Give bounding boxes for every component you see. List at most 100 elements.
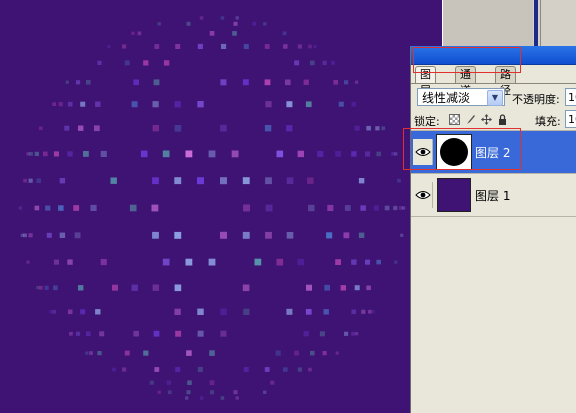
sphere-pixel xyxy=(78,285,84,291)
sphere-pixel xyxy=(344,205,351,211)
sphere-pixel xyxy=(186,21,191,26)
visibility-toggle[interactable] xyxy=(413,182,433,208)
sphere-pixel xyxy=(285,79,291,86)
sphere-pixel xyxy=(174,101,181,108)
sphere-pixel xyxy=(276,258,284,266)
sphere-pixel xyxy=(185,396,189,400)
sphere-pixel xyxy=(89,351,93,355)
sphere-pixel xyxy=(174,308,181,315)
background-window-edge xyxy=(442,0,576,48)
sphere-pixel xyxy=(354,285,360,291)
sphere-pixel xyxy=(233,390,238,395)
sphere-pixel xyxy=(78,125,84,131)
sphere-pixel xyxy=(124,350,130,356)
document-canvas[interactable] xyxy=(0,0,410,413)
sphere-pixel xyxy=(358,232,365,238)
lock-image-pixels-icon[interactable] xyxy=(465,114,476,125)
blend-mode-select[interactable]: 线性减淡 ▼ xyxy=(417,88,505,106)
sphere-pixel xyxy=(99,331,105,337)
sphere-pixel xyxy=(52,102,56,106)
sphere-pixel xyxy=(340,285,346,291)
sphere-pixel xyxy=(252,21,257,26)
sphere-pixel xyxy=(317,150,324,157)
sphere-pixel xyxy=(286,177,294,184)
sphere-pixel xyxy=(100,259,107,266)
sphere-pixel xyxy=(85,351,89,355)
opacity-input[interactable]: 10 xyxy=(565,88,576,106)
sphere-pixel xyxy=(75,80,81,85)
sphere-pixel xyxy=(152,177,159,185)
sphere-pixel xyxy=(43,151,48,157)
sphere-pixel xyxy=(393,205,398,211)
sphere-pixel xyxy=(208,258,216,266)
sphere-pixel xyxy=(143,350,149,356)
sphere-pixel xyxy=(264,79,271,86)
sphere-pixel xyxy=(243,308,250,315)
sphere-pixel xyxy=(197,43,203,49)
sphere-pixel xyxy=(308,44,312,49)
sphere-pixel xyxy=(351,259,357,265)
sphere-pixel xyxy=(53,285,58,291)
layer-row-1[interactable]: 图层 1 xyxy=(411,174,576,217)
layer-thumbnail xyxy=(437,178,471,212)
sphere-pixel xyxy=(307,177,314,184)
sphere-pixel xyxy=(187,380,192,385)
sphere-pixel xyxy=(232,31,237,36)
annotation-highlight-blend-mode xyxy=(413,47,521,73)
lock-all-icon[interactable] xyxy=(497,114,508,125)
sphere-pixel xyxy=(86,80,91,85)
sphere-pixel xyxy=(58,102,63,107)
sphere-pixel xyxy=(324,284,330,291)
sphere-pixel xyxy=(365,259,371,265)
sphere-pixel xyxy=(152,284,159,291)
sphere-pixel xyxy=(310,60,315,66)
sphere-pixel xyxy=(46,232,52,238)
layer-name[interactable]: 图层 1 xyxy=(475,187,510,204)
sphere-pixel xyxy=(59,178,66,184)
sphere-pixel xyxy=(154,367,160,372)
sphere-pixel xyxy=(344,80,349,85)
sphere-pixel xyxy=(36,178,41,183)
chevron-down-icon[interactable]: ▼ xyxy=(487,90,503,106)
sphere-pixel xyxy=(286,308,293,315)
sphere-pixel xyxy=(351,331,355,336)
sphere-pixel xyxy=(112,284,118,291)
layers-panel: 图层 通道 路径 线性减淡 ▼ 不透明度: 10 锁定: 填充: 10 xyxy=(403,46,576,413)
sphere-pixel xyxy=(327,204,334,211)
sphere-pixel xyxy=(286,125,293,132)
sphere-pixel xyxy=(199,396,204,400)
sphere-pixel xyxy=(235,396,239,400)
sphere-pixel xyxy=(233,21,238,26)
sphere-pixel xyxy=(235,16,239,20)
sphere-pixel xyxy=(95,309,101,315)
sphere-pixel xyxy=(264,44,270,49)
sphere-pixel xyxy=(326,232,333,239)
sphere-pixel xyxy=(157,22,161,26)
sphere-pixel xyxy=(152,231,159,239)
lock-position-icon[interactable] xyxy=(481,114,492,125)
sphere-pixel xyxy=(275,350,281,356)
sphere-pixel xyxy=(375,126,380,131)
sphere-pixel xyxy=(242,284,250,292)
sphere-pixel xyxy=(38,285,43,290)
sphere-pixel xyxy=(243,204,250,212)
sphere-pixel xyxy=(283,367,288,372)
sphere-pixel xyxy=(355,332,359,336)
fill-input[interactable]: 10 xyxy=(565,110,576,128)
sphere-pixel xyxy=(384,205,390,211)
sphere-pixel xyxy=(371,310,375,314)
sphere-pixel xyxy=(122,44,127,49)
sphere-pixel xyxy=(124,60,130,66)
sphere-pixel xyxy=(186,390,191,395)
sphere-pixel xyxy=(53,151,59,157)
sphere-pixel xyxy=(133,330,139,337)
lock-transparent-pixels-icon[interactable] xyxy=(449,114,460,125)
sphere-pixel xyxy=(351,309,357,315)
eye-icon xyxy=(415,191,431,199)
sphere-pixel xyxy=(122,367,127,372)
sphere-pixel xyxy=(231,150,239,158)
sphere-pixel xyxy=(67,101,73,107)
sphere-pixel xyxy=(157,390,161,394)
sphere-pixel xyxy=(360,205,366,211)
sphere-pixel xyxy=(26,260,30,264)
